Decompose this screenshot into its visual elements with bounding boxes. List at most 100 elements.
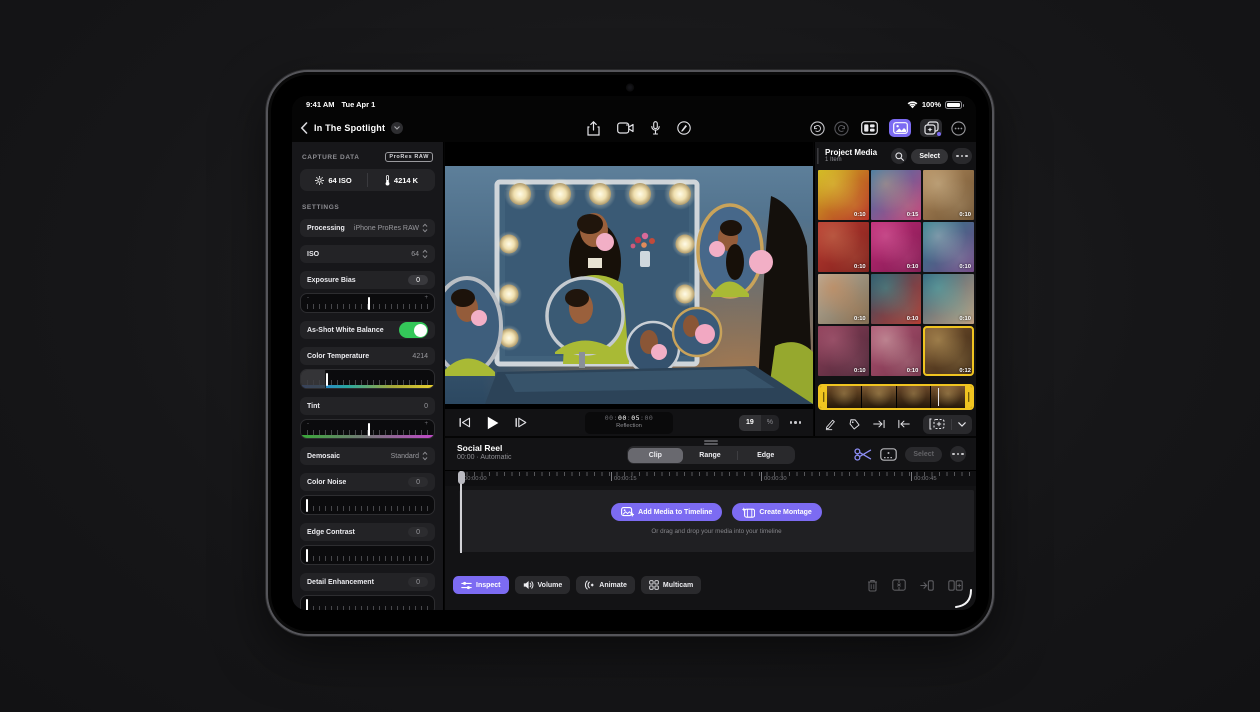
filmstrip-playhead [938,388,939,406]
media-thumb-motel-group[interactable]: 0:10 [923,274,974,324]
mode-range[interactable]: Range [683,448,738,463]
inspect-button[interactable]: Inspect [453,576,509,594]
iso-row[interactable]: ISO 64 [300,245,435,263]
media-thumb-teal-room-trio[interactable]: 0:10 [923,222,974,272]
media-thumb-pink-bed[interactable]: 0:10 [871,326,922,376]
mic-icon[interactable] [651,121,660,135]
video-viewer[interactable] [445,142,813,408]
slider-handle[interactable] [306,499,308,512]
timeline-resize-handle[interactable] [704,440,718,445]
inspect-icon [461,581,472,590]
tag-icon[interactable] [849,418,860,431]
redo-icon[interactable] [834,121,849,136]
processing-row[interactable]: Processing iPhone ProRes RAW [300,219,435,237]
filmstrip-frame [931,386,965,408]
pencil-tool-icon[interactable] [677,121,691,135]
clip-appearance-icon[interactable] [880,448,897,461]
white-balance-toggle[interactable] [399,322,428,338]
delete-icon[interactable] [867,579,878,592]
wb-capture-button[interactable]: 4214 K [368,169,435,191]
media-thumb-motel-dance[interactable]: 0:10 [818,274,869,324]
mode-clip[interactable]: Clip [628,448,683,463]
slider-handle[interactable] [326,373,328,386]
status-time: 9:41 AM [306,100,334,109]
viewer-zoom-control[interactable]: 19 % [739,415,779,431]
timeline-select-button[interactable]: Select [905,447,942,462]
volume-button[interactable]: Volume [515,576,571,594]
media-thumb-lying-floor[interactable]: 0:10 [923,170,974,220]
color-temp-value[interactable]: 4214 [412,353,428,360]
processing-label: Processing [307,225,345,232]
blade-icon[interactable] [892,579,906,591]
media-panel-button[interactable] [889,119,911,137]
edge-contrast-value[interactable]: 0 [408,527,428,537]
mode-edge[interactable]: Edge [738,448,793,463]
slider-handle[interactable] [306,599,308,610]
media-select-button[interactable]: Select [911,149,948,164]
edit-options-button[interactable] [952,415,972,434]
iso-capture-button[interactable]: 64 ISO [300,169,367,191]
exposure-bias-slider[interactable]: - + [300,293,435,313]
detail-enhancement-slider[interactable] [300,595,435,610]
title-menu-button[interactable] [391,122,403,134]
effects-panel-button[interactable] [920,119,942,137]
overwrite-clip-button[interactable] [923,415,951,434]
media-thumb-floral-bedroom[interactable]: 0:10 [818,326,869,376]
multicam-button[interactable]: Multicam [641,576,701,594]
search-icon [895,152,904,161]
exposure-bias-value[interactable]: 0 [408,275,428,285]
tint-slider[interactable]: - + [300,419,435,439]
undo-icon[interactable] [810,121,825,136]
scissors-icon[interactable] [854,448,872,461]
tint-value[interactable]: 0 [424,403,428,410]
detail-enhancement-value[interactable]: 0 [408,577,428,587]
media-thumb-closeup-smile[interactable]: 0:10 [818,222,869,272]
more-menu-icon[interactable] [951,121,966,136]
trim-handle-left[interactable] [820,386,827,408]
color-noise-slider[interactable] [300,495,435,515]
back-icon[interactable] [300,122,308,134]
media-more-button[interactable] [952,148,972,164]
thermometer-icon [385,175,390,186]
add-media-button[interactable]: Add Media to Timeline [611,503,722,521]
media-thumb-pink-sweater[interactable]: 0:15 [871,170,922,220]
slider-handle[interactable] [368,297,370,310]
step-forward-icon[interactable] [515,417,527,428]
media-thumb-vanity-mirror[interactable]: 0:12 [923,326,974,376]
create-montage-button[interactable]: Create Montage [732,503,822,521]
timeline-more-button[interactable] [950,446,966,462]
append-clip-icon[interactable] [873,419,885,429]
drop-hint-text: Or drag and drop your media into your ti… [459,528,974,535]
browser-panel-button[interactable] [858,119,880,137]
timeline-ruler[interactable]: 00:00:0000:00:1500:00:3000:00:45 [445,470,976,486]
insert-clip-icon[interactable] [898,419,910,429]
step-back-icon[interactable] [459,417,471,428]
color-temp-slider[interactable] [300,369,435,389]
media-search-button[interactable] [891,148,907,164]
demosaic-row[interactable]: Demosaic Standard [300,447,435,465]
timecode-display[interactable]: 00:00:05:00 Reflection [585,412,673,434]
slider-handle[interactable] [368,423,370,436]
animate-button[interactable]: Animate [576,576,635,594]
demosaic-label: Demosaic [307,453,340,460]
color-noise-value[interactable]: 0 [408,477,428,487]
edge-contrast-slider[interactable] [300,545,435,565]
clip-duration: 0:10 [907,368,919,374]
chevron-down-icon [958,422,966,427]
multicam-label: Multicam [663,582,693,589]
share-icon[interactable] [587,121,600,136]
viewer-more-icon[interactable] [790,421,802,424]
slider-handle[interactable] [306,549,308,562]
playhead[interactable] [460,471,462,553]
media-thumb-magenta-portrait[interactable]: 0:10 [871,222,922,272]
trim-handle-right[interactable] [965,386,972,408]
clip-duration: 0:10 [854,316,866,322]
media-thumb-motel-sign[interactable]: 0:10 [871,274,922,324]
camera-icon[interactable] [617,122,634,134]
play-icon[interactable] [487,416,499,430]
draw-tool-icon[interactable] [825,418,836,431]
media-thumb-friends-hug[interactable]: 0:10 [818,170,869,220]
project-title[interactable]: In The Spotlight [314,123,385,133]
insert-edit-icon[interactable] [920,580,934,591]
selected-clip-filmstrip[interactable] [818,384,974,410]
